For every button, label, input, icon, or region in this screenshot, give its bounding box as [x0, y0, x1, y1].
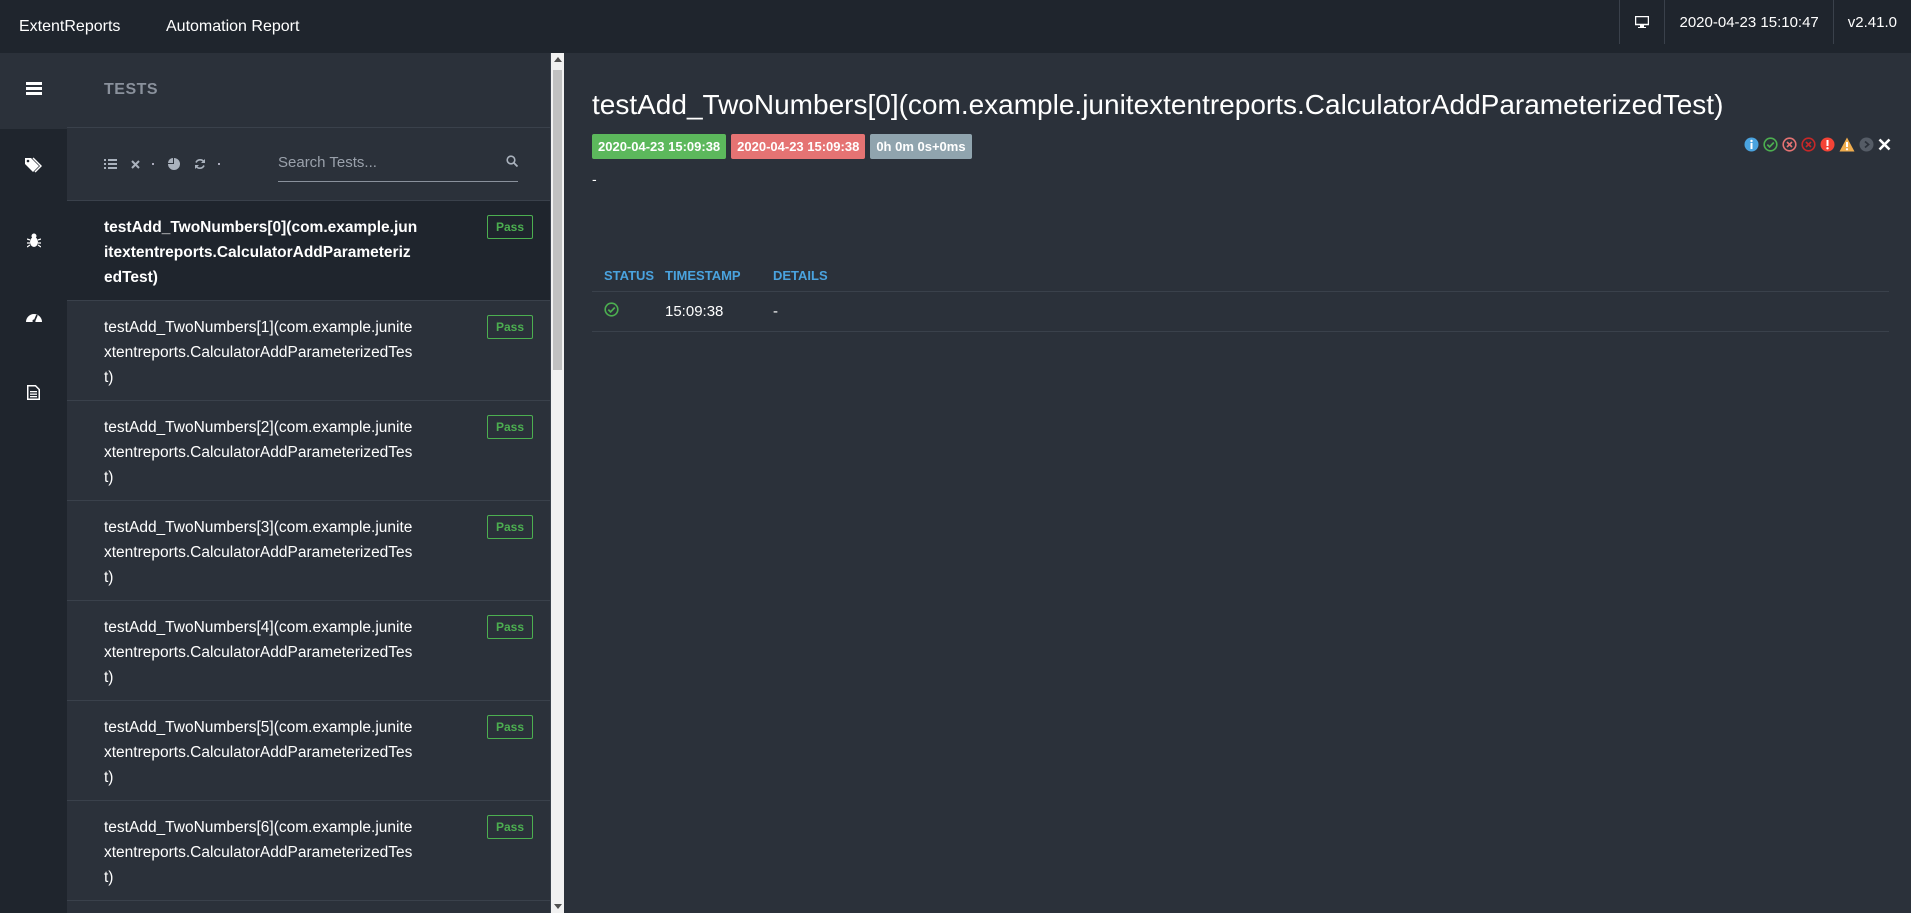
test-item[interactable]: testAdd_TwoNumbers[0](com.example.junite… — [67, 201, 550, 301]
test-name: testAdd_TwoNumbers[6](com.example.junite… — [104, 819, 413, 886]
list-icon — [25, 82, 42, 100]
log-status-cell — [592, 301, 665, 322]
log-table-header: STATUS TIMESTAMP DETAILS — [592, 260, 1889, 292]
category-filter-button[interactable] — [168, 158, 180, 170]
duration-badge: 0h 0m 0s+0ms — [870, 134, 972, 159]
tests-title: TESTS — [104, 81, 159, 98]
top-navbar: ExtentReports Automation Report 2020-04-… — [0, 0, 1911, 53]
status-badge: Pass — [487, 615, 534, 639]
test-title: testAdd_TwoNumbers[0](com.example.junite… — [592, 89, 1724, 120]
tests-toolbar — [67, 128, 550, 201]
report-timestamp: 2020-04-23 15:10:47 — [1664, 0, 1832, 44]
log-details: - — [773, 303, 778, 320]
test-item[interactable]: testAdd_TwoNumbers[6](com.example.junite… — [67, 801, 550, 901]
column-header-timestamp: TIMESTAMP — [665, 268, 741, 283]
tests-panel: TESTS testAdd_TwoNumbers[0](com.example.… — [67, 53, 551, 913]
clear-filter-icon[interactable] — [1878, 138, 1891, 151]
scrollbar-thumb[interactable] — [553, 70, 562, 370]
test-description: - — [592, 171, 597, 187]
log-timestamp: 15:09:38 — [665, 303, 724, 320]
status-badge: Pass — [487, 715, 534, 739]
log-table: STATUS TIMESTAMP DETAILS 15:09:38 - — [592, 260, 1889, 332]
search-tests — [278, 144, 519, 182]
sidebar-item-dashboard[interactable] — [0, 281, 67, 357]
status-badge: Pass — [487, 515, 534, 539]
info-icon[interactable] — [1744, 137, 1759, 152]
skip-icon[interactable] — [1859, 137, 1874, 152]
test-item[interactable]: testAdd_TwoNumbers[5](com.example.junite… — [67, 701, 550, 801]
test-item[interactable]: testAdd_TwoNumbers[4](com.example.junite… — [67, 601, 550, 701]
status-badge: Pass — [487, 415, 534, 439]
log-status-filters — [1740, 137, 1891, 152]
refresh-button[interactable] — [194, 158, 220, 170]
test-name: testAdd_TwoNumbers[0](com.example.junite… — [104, 219, 418, 286]
sidebar-item-categories[interactable] — [0, 129, 67, 205]
version-label: v2.41.0 — [1832, 0, 1911, 44]
test-name: testAdd_TwoNumbers[4](com.example.junite… — [104, 619, 413, 686]
column-header-details: DETAILS — [773, 268, 828, 283]
brand-name[interactable]: ExtentReports — [19, 18, 166, 36]
sidebar-item-logs[interactable] — [0, 357, 67, 433]
bug-icon — [26, 233, 41, 253]
document-icon — [27, 385, 40, 405]
search-input[interactable] — [278, 154, 488, 171]
test-name: testAdd_TwoNumbers[1](com.example.junite… — [104, 319, 413, 386]
test-detail-panel: testAdd_TwoNumbers[0](com.example.junite… — [564, 53, 1911, 913]
table-row: 15:09:38 - — [592, 292, 1889, 332]
sidebar-item-tests[interactable] — [0, 53, 67, 129]
fail-icon[interactable] — [1782, 137, 1797, 152]
tags-icon — [25, 156, 43, 178]
pass-icon[interactable] — [1763, 137, 1778, 152]
topbar-right: 2020-04-23 15:10:47 v2.41.0 — [1619, 0, 1911, 44]
test-name: testAdd_TwoNumbers[2](com.example.junite… — [104, 419, 413, 486]
test-time-badges: 2020-04-23 15:09:38 2020-04-23 15:09:38 … — [592, 134, 1911, 159]
column-header-status: STATUS — [604, 268, 655, 283]
test-item[interactable]: testAdd_TwoNumbers[1](com.example.junite… — [67, 301, 550, 401]
search-icon[interactable] — [506, 154, 519, 172]
tests-header: TESTS — [67, 53, 550, 128]
pass-icon — [604, 301, 619, 321]
dashboard-icon — [25, 310, 42, 328]
warning-icon[interactable] — [1839, 137, 1855, 152]
tests-scrollbar[interactable] — [551, 53, 564, 913]
monitor-icon[interactable] — [1619, 0, 1664, 44]
test-item[interactable]: testAdd_TwoNumbers[3](com.example.junite… — [67, 501, 550, 601]
report-name: Automation Report — [166, 17, 300, 35]
end-time-badge: 2020-04-23 15:09:38 — [731, 134, 866, 159]
fatal-icon[interactable] — [1801, 137, 1816, 152]
status-badge: Pass — [487, 215, 534, 239]
error-icon[interactable] — [1820, 137, 1835, 152]
test-item[interactable]: testAdd_TwoNumbers[2](com.example.junite… — [67, 401, 550, 501]
status-badge: Pass — [487, 815, 534, 839]
scroll-down-icon[interactable] — [554, 904, 562, 909]
test-name: testAdd_TwoNumbers[3](com.example.junite… — [104, 519, 413, 586]
test-name: testAdd_TwoNumbers[5](com.example.junite… — [104, 719, 413, 786]
status-badge: Pass — [487, 315, 534, 339]
status-filter-button[interactable] — [104, 159, 117, 169]
sidebar-item-exceptions[interactable] — [0, 205, 67, 281]
start-time-badge: 2020-04-23 15:09:38 — [592, 134, 727, 159]
clear-filters-button[interactable] — [131, 159, 154, 169]
sidebar — [0, 53, 67, 913]
scroll-up-icon[interactable] — [554, 57, 562, 62]
